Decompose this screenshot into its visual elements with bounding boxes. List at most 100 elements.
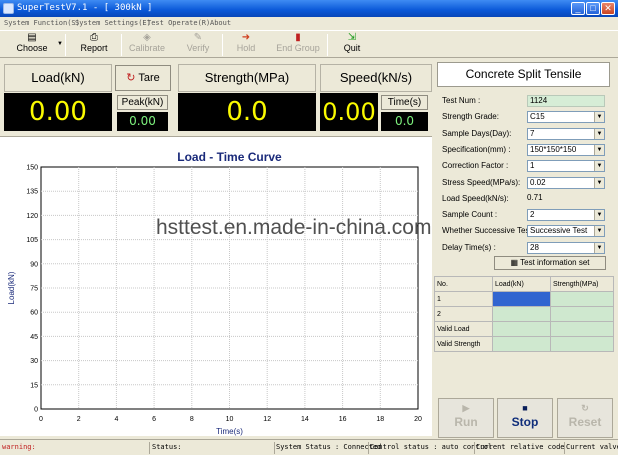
table-cell[interactable] (492, 336, 551, 352)
valve-status: Current valve: (566, 443, 618, 451)
table-cell[interactable] (550, 336, 614, 352)
field-label: Correction Factor : (442, 161, 509, 170)
table-cell[interactable] (550, 291, 614, 307)
field-select[interactable]: Successive Test ▼ (527, 225, 605, 237)
y-tick-label: 150 (26, 165, 38, 172)
load-speed-value: 0.71 (527, 193, 543, 202)
stop-button[interactable]: ■ Stop (497, 398, 553, 438)
chevron-down-icon[interactable]: ▼ (594, 112, 604, 122)
choose-button[interactable]: ▤ Choose (12, 32, 52, 57)
field-select[interactable]: 2 ▼ (527, 209, 605, 221)
field-value: C15 (530, 112, 545, 121)
row-label: Valid Strength (434, 336, 493, 352)
time-label: Time(s) (381, 95, 428, 110)
verify-button[interactable]: ✎ Verify (180, 32, 216, 57)
field-select[interactable]: 0.02 ▼ (527, 177, 605, 189)
exit-icon: ⇲ (347, 32, 357, 43)
y-tick-label: 75 (30, 286, 38, 293)
report-button[interactable]: ⎙ Report (74, 32, 114, 57)
y-axis-label: Load(kN) (7, 271, 16, 304)
printer-icon: ⎙ (90, 32, 98, 43)
table-cell[interactable] (492, 291, 551, 307)
chevron-down-icon[interactable]: ▼ (594, 161, 604, 171)
chevron-down-icon[interactable]: ▼ (594, 243, 604, 253)
toolbar-separator (222, 34, 223, 56)
field-value: 0.02 (530, 178, 546, 187)
y-tick-label: 0 (34, 407, 38, 414)
x-axis-label: Time(s) (216, 427, 243, 436)
menu-system-settings[interactable]: System Settings(E) (75, 19, 151, 27)
field-select[interactable]: C15 ▼ (527, 111, 605, 123)
calibrate-button[interactable]: ◈ Calibrate (125, 32, 169, 57)
table-row[interactable]: 1 (434, 291, 614, 307)
x-tick-label: 8 (190, 416, 194, 423)
status-separator (274, 442, 275, 454)
table-row[interactable]: Valid Strength (434, 336, 614, 352)
toolbar: ▤ Choose ▼ ⎙ Report ◈ Calibrate ✎ Verify… (0, 30, 618, 58)
quit-button[interactable]: ⇲ Quit (336, 32, 368, 57)
row-label: 1 (434, 291, 493, 307)
table-cell[interactable] (492, 306, 551, 322)
play-icon: ▶ (462, 403, 470, 413)
close-button[interactable]: ✕ (601, 2, 615, 15)
field-select[interactable]: 1 ▼ (527, 160, 605, 172)
field-value: 2 (530, 210, 535, 219)
y-tick-label: 120 (26, 213, 38, 220)
y-tick-label: 45 (30, 334, 38, 341)
table-header-row: No. Load(kN) Strength(MPa) (434, 276, 614, 292)
field-label: Specification(mm) : (442, 145, 511, 154)
maximize-button[interactable]: □ (586, 2, 600, 15)
chevron-down-icon[interactable]: ▼ (594, 210, 604, 220)
field-select[interactable]: 28 ▼ (527, 242, 605, 254)
toolbar-separator (65, 34, 66, 56)
minimize-button[interactable]: _ (571, 2, 585, 15)
field-value: 0.71 (527, 193, 543, 202)
menu-system-function[interactable]: System Function(S) (4, 19, 80, 27)
chevron-down-icon[interactable]: ▼ (594, 178, 604, 188)
chevron-down-icon[interactable]: ▼ (594, 226, 604, 236)
chevron-down-icon[interactable]: ▼ (57, 41, 63, 47)
chart-panel: Load - Time Curve 0 2 4 6 8 10 12 14 16 18 20 0 15 30 4… (0, 136, 432, 436)
field-value: 1 (530, 161, 535, 170)
calibrate-icon: ◈ (143, 32, 151, 43)
table-cell[interactable] (550, 306, 614, 322)
tare-button[interactable]: ↻ Tare (115, 65, 171, 91)
time-value: 0.0 (381, 112, 428, 131)
toolbar-separator (121, 34, 122, 56)
status-separator (474, 442, 475, 454)
window-title: SuperTestV7.1 - [ 300kN ] (17, 3, 153, 13)
table-row[interactable]: Valid Load (434, 321, 614, 337)
reset-button[interactable]: ↻ Reset (557, 398, 613, 438)
header-strength: Strength(MPa) (550, 276, 614, 292)
menu-test-operate[interactable]: Test Operate(R) (147, 19, 210, 27)
status-text: Status: (152, 443, 182, 451)
hold-button[interactable]: ➜ Hold (230, 32, 262, 57)
test-num-field[interactable]: 1124 (527, 95, 605, 107)
x-tick-label: 12 (263, 416, 271, 423)
table-cell[interactable] (492, 321, 551, 337)
table-cell[interactable] (550, 321, 614, 337)
header-load: Load(kN) (492, 276, 551, 292)
load-value: 0.00 (4, 93, 112, 131)
field-select[interactable]: 7 ▼ (527, 128, 605, 140)
y-tick-label: 90 (30, 261, 38, 268)
run-button[interactable]: ▶ Run (438, 398, 494, 438)
chevron-down-icon[interactable]: ▼ (594, 129, 604, 139)
end-group-button[interactable]: ▮ End Group (274, 32, 322, 57)
speed-label: Speed(kN/s) (320, 64, 432, 92)
status-separator (564, 442, 565, 454)
y-tick-label: 135 (26, 189, 38, 196)
field-label: Load Speed(kN/s): (442, 194, 509, 203)
test-information-set-button[interactable]: ▦ Test information set (494, 256, 606, 270)
field-label: Strength Grade: (442, 112, 499, 121)
field-select[interactable]: 150*150*150 ▼ (527, 144, 605, 156)
y-tick-label: 105 (26, 237, 38, 244)
test-info-panel: Concrete Split Tensile Test Num : 1124 Str… (434, 58, 618, 439)
menu-about[interactable]: About (210, 19, 231, 27)
x-tick-label: 16 (339, 416, 347, 423)
field-label: Sample Days(Day): (442, 129, 512, 138)
x-tick-label: 6 (152, 416, 156, 423)
chevron-down-icon[interactable]: ▼ (594, 145, 604, 155)
field-value: 150*150*150 (530, 145, 577, 154)
table-row[interactable]: 2 (434, 306, 614, 322)
